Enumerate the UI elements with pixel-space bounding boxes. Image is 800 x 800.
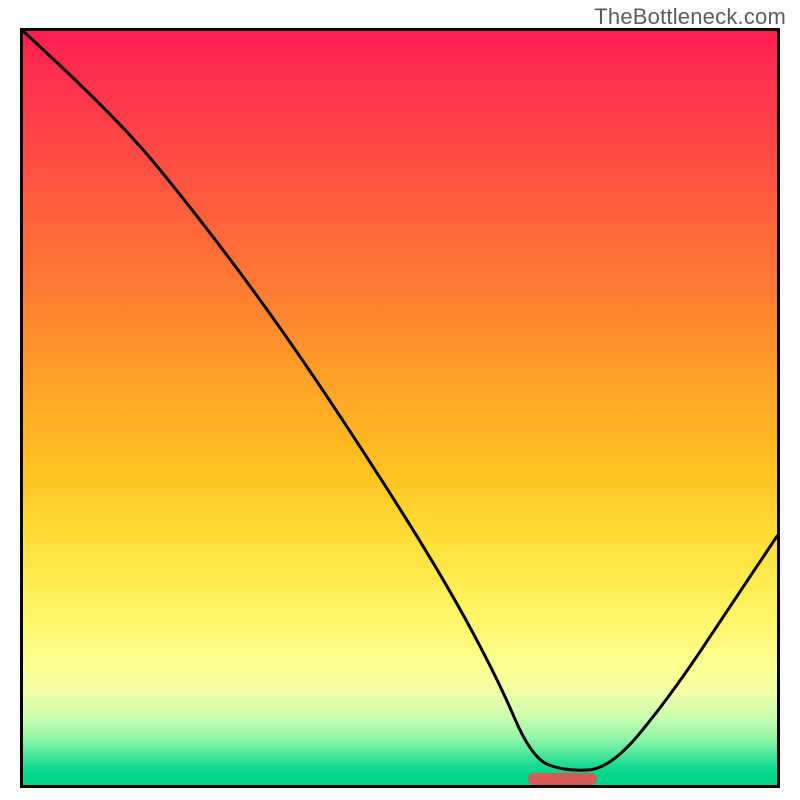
curve-path (23, 31, 777, 770)
optimal-range-marker (528, 773, 596, 785)
bottleneck-curve (23, 31, 777, 785)
watermark-text: TheBottleneck.com (594, 4, 786, 30)
plot-area (20, 28, 780, 788)
chart-container: TheBottleneck.com (0, 0, 800, 800)
